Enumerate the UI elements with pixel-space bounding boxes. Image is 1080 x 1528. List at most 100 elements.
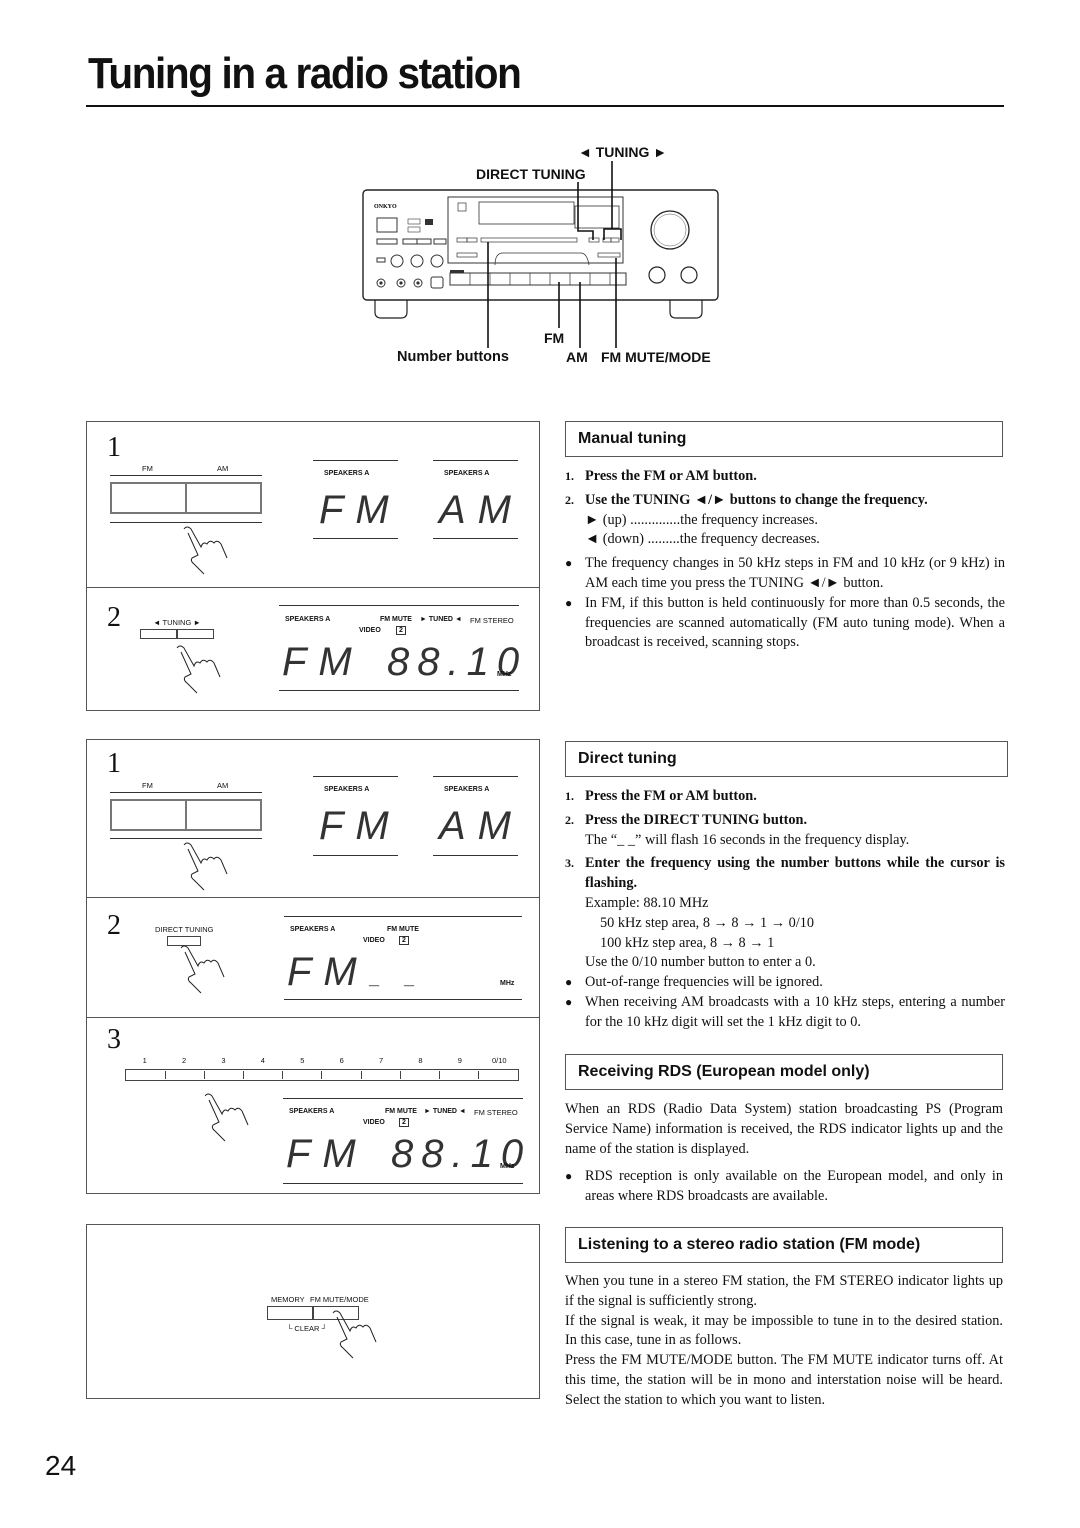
callout-fm: FM bbox=[544, 330, 565, 346]
lcd-band: FM bbox=[282, 640, 364, 684]
speakers-indicator: SPEAKERS A bbox=[289, 1108, 335, 1115]
speakers-indicator: SPEAKERS A bbox=[324, 786, 370, 793]
sub-line: ► (up) ..............the frequency incre… bbox=[585, 511, 818, 528]
number-button-6[interactable] bbox=[321, 1071, 360, 1079]
lcd-unit: MHz bbox=[500, 1163, 515, 1170]
hand-pointer-icon bbox=[176, 645, 221, 694]
hand-pointer-icon bbox=[332, 1310, 377, 1359]
lcd-flashing-cursor: _ _ bbox=[369, 968, 425, 988]
fm-stereo-indicator: FM STEREO bbox=[474, 1108, 518, 1117]
am-button-label: AM bbox=[217, 464, 229, 473]
fm-stereo-indicator: FM STEREO bbox=[470, 616, 514, 625]
section-heading-direct-tuning: Direct tuning bbox=[565, 741, 1008, 777]
hand-pointer-icon bbox=[204, 1093, 249, 1142]
number-button-label: 3 bbox=[221, 1056, 226, 1065]
sub-line: ◄ (down) .........the frequency decrease… bbox=[585, 531, 820, 548]
speakers-indicator: SPEAKERS A bbox=[285, 616, 331, 623]
fm-button[interactable] bbox=[110, 482, 186, 514]
section-heading-rds: Receiving RDS (European model only) bbox=[565, 1054, 1003, 1090]
video-number: 2 bbox=[396, 626, 406, 635]
fm-mute-indicator: FM MUTE bbox=[380, 616, 412, 623]
lcd-band-am: AM bbox=[439, 804, 523, 848]
hand-pointer-icon bbox=[180, 945, 225, 994]
lcd-unit: MHz bbox=[500, 980, 515, 987]
step-number: 2 bbox=[107, 910, 121, 941]
title-rule bbox=[86, 105, 1004, 107]
number-button-0-10[interactable] bbox=[477, 1071, 517, 1079]
tuning-up-button[interactable] bbox=[177, 629, 214, 639]
hand-pointer-icon bbox=[183, 842, 228, 891]
step-number: 1 bbox=[107, 432, 121, 463]
page-title: Tuning in a radio station bbox=[88, 49, 522, 98]
number-button-9[interactable] bbox=[438, 1071, 478, 1079]
section-heading-fm-mode: Listening to a stereo radio station (FM … bbox=[565, 1227, 1003, 1263]
bullet-item: ● In FM, if this button is held continuou… bbox=[565, 594, 1005, 651]
lcd-band: FM bbox=[287, 950, 369, 994]
direct-tuning-figure: 1 FM AM SPEAKERS A FM SPEAKERS A AM 2 DI… bbox=[86, 739, 540, 1194]
step-note: Use the 0/10 number button to enter a 0. bbox=[585, 954, 816, 971]
video-indicator: VIDEO bbox=[363, 937, 385, 944]
paragraph: If the signal is weak, it may be impossi… bbox=[565, 1312, 1003, 1349]
number-button-4[interactable] bbox=[243, 1071, 282, 1079]
memory-button[interactable] bbox=[267, 1306, 313, 1320]
number-button-label: 0/10 bbox=[491, 1056, 507, 1065]
example-line: Example: 88.10 MHz bbox=[585, 894, 709, 911]
step-number: 2 bbox=[107, 602, 121, 633]
number-button-1[interactable] bbox=[127, 1071, 165, 1079]
callout-am: AM bbox=[566, 349, 588, 365]
tuned-indicator: ► TUNED ◄ bbox=[424, 1108, 466, 1115]
fm-mute-indicator: FM MUTE bbox=[387, 926, 419, 933]
step-item: 2. Use the TUNING ◄/► buttons to change t… bbox=[565, 491, 928, 508]
bullet-item: ● Out-of-range frequencies will be ignore… bbox=[565, 974, 823, 991]
tuned-indicator: ► TUNED ◄ bbox=[420, 616, 462, 623]
example-line: 50 kHz step area, 8 → 8 → 1 → 0/10 bbox=[600, 914, 815, 931]
rds-body: When an RDS (Radio Data System) station … bbox=[565, 1100, 1003, 1207]
svg-text:ONKYO: ONKYO bbox=[374, 204, 397, 210]
fm-mode-figure: MEMORY FM MUTE/MODE └ CLEAR ┘ bbox=[86, 1224, 540, 1399]
bullet-item: ● The frequency changes in 50 kHz steps i… bbox=[565, 555, 1005, 591]
fm-mode-body: When you tune in a stereo FM station, th… bbox=[565, 1272, 1003, 1411]
receiver-figure: ONKYO ◄ TUNING ► DIRECT TUNING FM Number… bbox=[340, 130, 740, 370]
lcd-band-fm: FM bbox=[319, 804, 401, 848]
lcd-band-am: AM bbox=[439, 488, 523, 532]
am-button[interactable] bbox=[186, 482, 262, 514]
step-item: 3. Enter the frequency using the number b… bbox=[565, 855, 1005, 892]
number-button-7[interactable] bbox=[360, 1071, 400, 1079]
manual-tuning-body: 1. Press the FM or AM button. 2. Use the T… bbox=[565, 467, 1005, 653]
tuning-down-button[interactable] bbox=[140, 629, 177, 639]
speakers-indicator: SPEAKERS A bbox=[290, 926, 336, 933]
fm-mute-indicator: FM MUTE bbox=[385, 1108, 417, 1115]
fm-button-label: FM bbox=[142, 781, 153, 790]
step-item: 2. Press the DIRECT TUNING button. bbox=[565, 811, 808, 828]
example-line: 100 kHz step area, 8 → 8 → 1 bbox=[600, 934, 775, 951]
fm-button[interactable] bbox=[110, 799, 186, 831]
fm-mute-mode-label: FM MUTE/MODE bbox=[310, 1295, 369, 1304]
number-button-label: 2 bbox=[182, 1056, 187, 1065]
speakers-indicator: SPEAKERS A bbox=[444, 470, 490, 477]
number-button-label: 9 bbox=[457, 1056, 462, 1065]
tuning-button-label: ◄ TUNING ► bbox=[153, 618, 201, 627]
step-item: 1. Press the FM or AM button. bbox=[565, 468, 757, 484]
number-button-label: 4 bbox=[260, 1056, 265, 1065]
number-button-label: 6 bbox=[339, 1056, 344, 1065]
number-button-2[interactable] bbox=[165, 1071, 204, 1079]
number-button-label: 1 bbox=[142, 1056, 147, 1065]
am-button-label: AM bbox=[217, 781, 229, 790]
video-indicator: VIDEO bbox=[363, 1119, 385, 1126]
lcd-unit: MHz bbox=[497, 671, 512, 678]
number-button-3[interactable] bbox=[204, 1071, 243, 1079]
callout-tuning: ◄ TUNING ► bbox=[578, 144, 668, 160]
number-button-8[interactable] bbox=[399, 1071, 439, 1079]
callout-direct-tuning: DIRECT TUNING bbox=[476, 166, 586, 182]
bullet-item: ● When receiving AM broadcasts with a 10 … bbox=[565, 993, 1005, 1030]
number-button-5[interactable] bbox=[282, 1071, 321, 1079]
manual-tuning-figure: 1 FM AM SPEAKERS A FM SPEAKERS A AM 2 ◄ … bbox=[86, 421, 540, 711]
paragraph: Press the FM MUTE/MODE button. The FM MU… bbox=[565, 1352, 1003, 1408]
number-buttons-row: 1 2 3 4 5 6 7 8 9 0/10 bbox=[125, 1056, 519, 1081]
step-number: 1 bbox=[107, 748, 121, 779]
section-heading-manual-tuning: Manual tuning bbox=[565, 421, 1003, 457]
paragraph: When you tune in a stereo FM station, th… bbox=[565, 1273, 1003, 1309]
step-note: The “_ _” will flash 16 seconds in the f… bbox=[585, 831, 910, 848]
lcd-band: FM bbox=[286, 1132, 368, 1176]
am-button[interactable] bbox=[186, 799, 262, 831]
